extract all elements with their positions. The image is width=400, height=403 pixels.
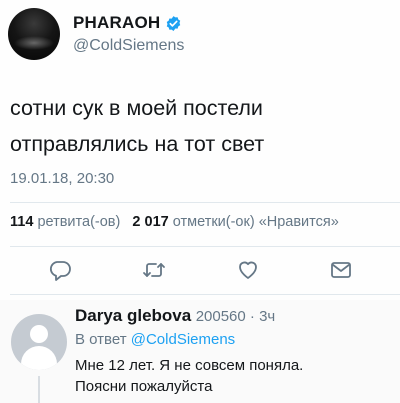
- like-button[interactable]: [234, 256, 262, 284]
- thread-line: [38, 376, 40, 403]
- share-button[interactable]: [327, 256, 355, 284]
- author-handle[interactable]: @ColdSiemens: [73, 37, 184, 55]
- divider: [10, 294, 400, 295]
- reply-button[interactable]: [46, 256, 74, 284]
- replying-to-prefix: В ответ: [75, 331, 131, 348]
- divider: [10, 246, 400, 247]
- default-avatar-icon[interactable]: [11, 314, 67, 370]
- tweet-author: PHARAOH: [73, 13, 182, 33]
- tweet-timestamp[interactable]: 19.01.18, 20:30: [10, 170, 114, 187]
- retweet-button[interactable]: [140, 256, 168, 284]
- tweet-card: PHARAOH @ColdSiemens сотни сук в моей по…: [0, 0, 400, 303]
- replying-to-link[interactable]: @ColdSiemens: [131, 331, 235, 348]
- tweet-text-line: отправлялись на тот свет: [10, 132, 265, 156]
- share-envelope-icon: [331, 262, 351, 278]
- reply-text: Мне 12 лет. Я не совсем поняла. Поясни п…: [75, 355, 395, 397]
- reply-tweet[interactable]: Darya glebova 200560 · 3ч В ответ @ColdS…: [0, 300, 400, 403]
- tweet-stats: 114 ретвита(-ов) 2 017 отметки(-ок) «Нра…: [10, 214, 339, 230]
- reply-text-line: Поясни пожалуйста: [75, 378, 213, 395]
- divider: [10, 202, 400, 203]
- verified-icon: [165, 15, 182, 32]
- replying-to: В ответ @ColdSiemens: [75, 331, 235, 348]
- display-name[interactable]: PHARAOH: [73, 13, 160, 33]
- reply-display-name[interactable]: Darya glebova: [75, 306, 191, 325]
- retweet-icon: [143, 263, 165, 277]
- reply-handle-time[interactable]: 200560 · 3ч: [196, 308, 276, 325]
- reply-icon: [49, 261, 71, 281]
- retweets-count[interactable]: 114: [10, 214, 33, 230]
- reply-text-line: Мне 12 лет. Я не совсем поняла.: [75, 357, 304, 374]
- likes-label[interactable]: отметки(-ок) «Нравится»: [173, 214, 339, 230]
- tweet-text: сотни сук в моей постели отправлялись на…: [10, 90, 395, 162]
- heart-icon: [239, 261, 257, 279]
- tweet-actions: [0, 256, 400, 286]
- reply-author: Darya glebova 200560 · 3ч: [75, 306, 275, 326]
- likes-count[interactable]: 2 017: [132, 214, 168, 230]
- retweets-label[interactable]: ретвита(-ов): [37, 214, 120, 230]
- tweet-text-line: сотни сук в моей постели: [10, 96, 263, 120]
- avatar[interactable]: [8, 8, 60, 60]
